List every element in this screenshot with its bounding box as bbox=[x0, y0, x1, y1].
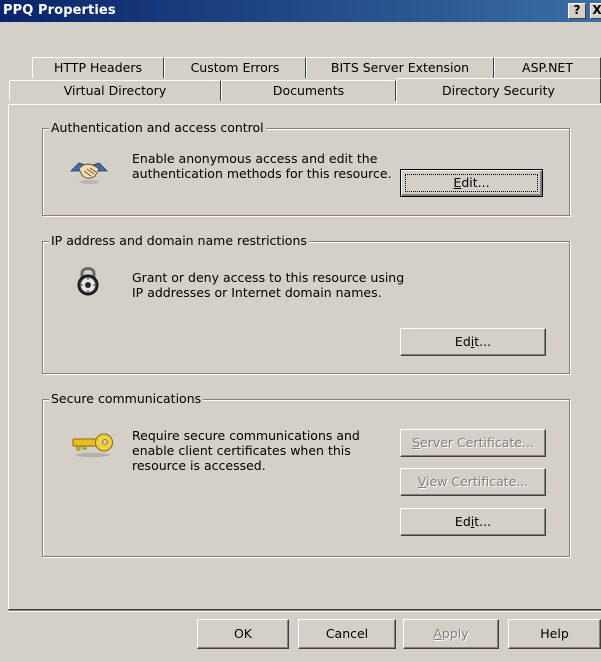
secure-line-1: Require secure communications and bbox=[132, 428, 360, 443]
secure-line-2: enable client certificates when this bbox=[132, 443, 351, 458]
server-certificate-button[interactable]: Server Certificate... bbox=[400, 429, 546, 457]
auth-group-label: Authentication and access control bbox=[49, 120, 266, 135]
ok-button[interactable]: OK bbox=[197, 619, 289, 649]
auth-edit-button[interactable]: Edit... bbox=[400, 169, 543, 197]
padlock-icon bbox=[77, 267, 99, 296]
auth-line-1: Enable anonymous access and edit the bbox=[132, 151, 378, 166]
apply-button[interactable]: Apply bbox=[403, 619, 499, 649]
footer-separator bbox=[8, 610, 601, 612]
tab-asp-net[interactable]: ASP.NET bbox=[494, 57, 601, 78]
key-icon bbox=[72, 433, 113, 458]
help-title-button[interactable]: ? bbox=[568, 3, 586, 19]
tab-virtual-directory[interactable]: Virtual Directory bbox=[9, 80, 221, 101]
title-bar[interactable]: PPQ Properties ? X bbox=[0, 0, 601, 22]
ip-group: IP address and domain name restrictions … bbox=[42, 234, 570, 374]
tab-bits-server-extension[interactable]: BITS Server Extension bbox=[306, 57, 494, 78]
window-title: PPQ Properties bbox=[3, 3, 116, 18]
ip-edit-button[interactable]: Edit... bbox=[400, 328, 546, 356]
properties-dialog: PPQ Properties ? X HTTP Headers Custom E… bbox=[0, 0, 601, 662]
ip-line-1: Grant or deny access to this resource us… bbox=[132, 270, 405, 285]
secure-group: Secure communications Require secure com… bbox=[42, 392, 570, 557]
secure-edit-button[interactable]: Edit... bbox=[400, 508, 546, 536]
ip-group-label: IP address and domain name restrictions bbox=[49, 233, 309, 248]
secure-line-3: resource is accessed. bbox=[132, 458, 266, 473]
auth-line-2: authentication methods for this resource… bbox=[132, 166, 392, 181]
view-certificate-button[interactable]: View Certificate... bbox=[400, 468, 546, 496]
help-button[interactable]: Help bbox=[508, 619, 601, 649]
auth-group: Authentication and access control Enable… bbox=[42, 121, 570, 216]
tab-documents[interactable]: Documents bbox=[221, 80, 396, 101]
handshake-icon bbox=[70, 162, 108, 184]
secure-group-label: Secure communications bbox=[49, 391, 204, 406]
cancel-button[interactable]: Cancel bbox=[298, 619, 396, 649]
tab-http-headers[interactable]: HTTP Headers bbox=[32, 57, 164, 78]
tab-custom-errors[interactable]: Custom Errors bbox=[164, 57, 306, 78]
close-title-button[interactable]: X bbox=[590, 3, 601, 19]
ip-line-2: IP addresses or Internet domain names. bbox=[132, 285, 382, 300]
tab-directory-security[interactable]: Directory Security bbox=[396, 78, 601, 103]
